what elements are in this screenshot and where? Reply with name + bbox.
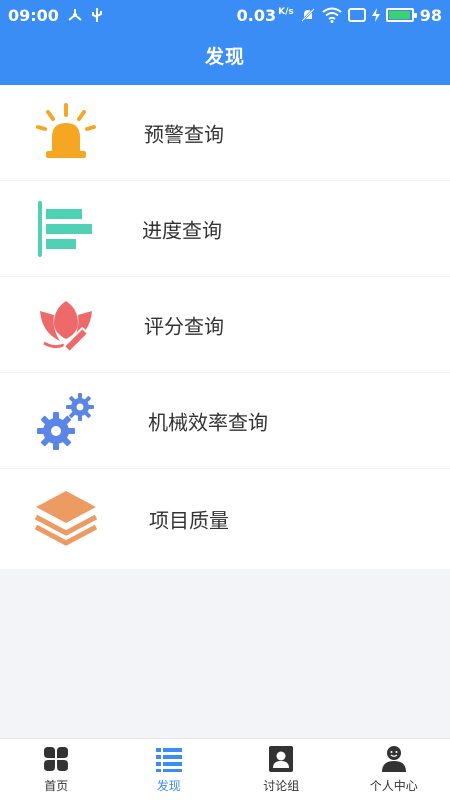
menu-label: 项目质量: [149, 508, 229, 533]
user-icon: [381, 746, 406, 772]
menu-label: 进度查询: [142, 218, 222, 242]
lotus-pencil-icon: [40, 300, 92, 353]
tab-discussion-group[interactable]: 讨论组: [225, 739, 338, 800]
usb-icon: [91, 8, 102, 22]
menu-item-project-quality[interactable]: 项目质量: [0, 469, 450, 569]
menu-label: 评分查询: [144, 314, 224, 338]
screen-icon: [347, 8, 366, 22]
status-right: 0.03 K/s 98: [237, 6, 442, 25]
mute-bell-icon: [300, 8, 315, 22]
wifi-icon: [322, 7, 342, 23]
list-icon: [155, 748, 182, 772]
menu-item-warning-query[interactable]: 预警查询: [0, 85, 450, 181]
tab-label: 个人中心: [369, 779, 418, 793]
layers-icon: [34, 491, 98, 546]
battery-level: 98: [419, 5, 442, 25]
grid-petals-icon: [44, 747, 69, 771]
tab-label: 发现: [156, 779, 181, 793]
status-time: 09:00: [8, 5, 59, 25]
menu-item-machine-efficiency-query[interactable]: 机械效率查询: [0, 373, 450, 469]
status-bar: 09:00 0.03 K/s 98: [0, 0, 450, 30]
menu-label: 预警查询: [144, 122, 224, 146]
tab-label: 讨论组: [263, 779, 300, 793]
network-speed: 0.03 K/s: [236, 5, 294, 25]
gears-icon: [37, 392, 94, 450]
top-bar: 09:00 0.03 K/s 98 发现: [0, 0, 450, 85]
charging-bolt-icon: [371, 8, 380, 22]
alarm-light-icon: [36, 102, 96, 158]
progress-bars-icon: [38, 200, 92, 257]
tab-personal-center[interactable]: 个人中心: [338, 739, 450, 800]
menu-item-progress-query[interactable]: 进度查询: [0, 181, 450, 277]
share-icon: [68, 9, 82, 21]
battery-icon: [385, 8, 417, 22]
menu-item-score-query[interactable]: 评分查询: [0, 277, 450, 373]
battery-fill: [388, 11, 411, 19]
tab-home[interactable]: 首页: [0, 739, 113, 800]
tab-label: 首页: [44, 779, 69, 793]
bottom-tab-bar: 首页 发现 讨论组 个人中心: [0, 738, 450, 800]
status-left: 09:00: [8, 6, 103, 25]
page-title: 发现: [204, 46, 245, 68]
contact-card-icon: [269, 746, 294, 772]
discover-menu: 预警查询 进度查询 评分查询 机械效率查询 项目质量: [0, 85, 450, 569]
tab-discover[interactable]: 发现: [113, 739, 226, 800]
menu-label: 机械效率查询: [148, 410, 268, 434]
